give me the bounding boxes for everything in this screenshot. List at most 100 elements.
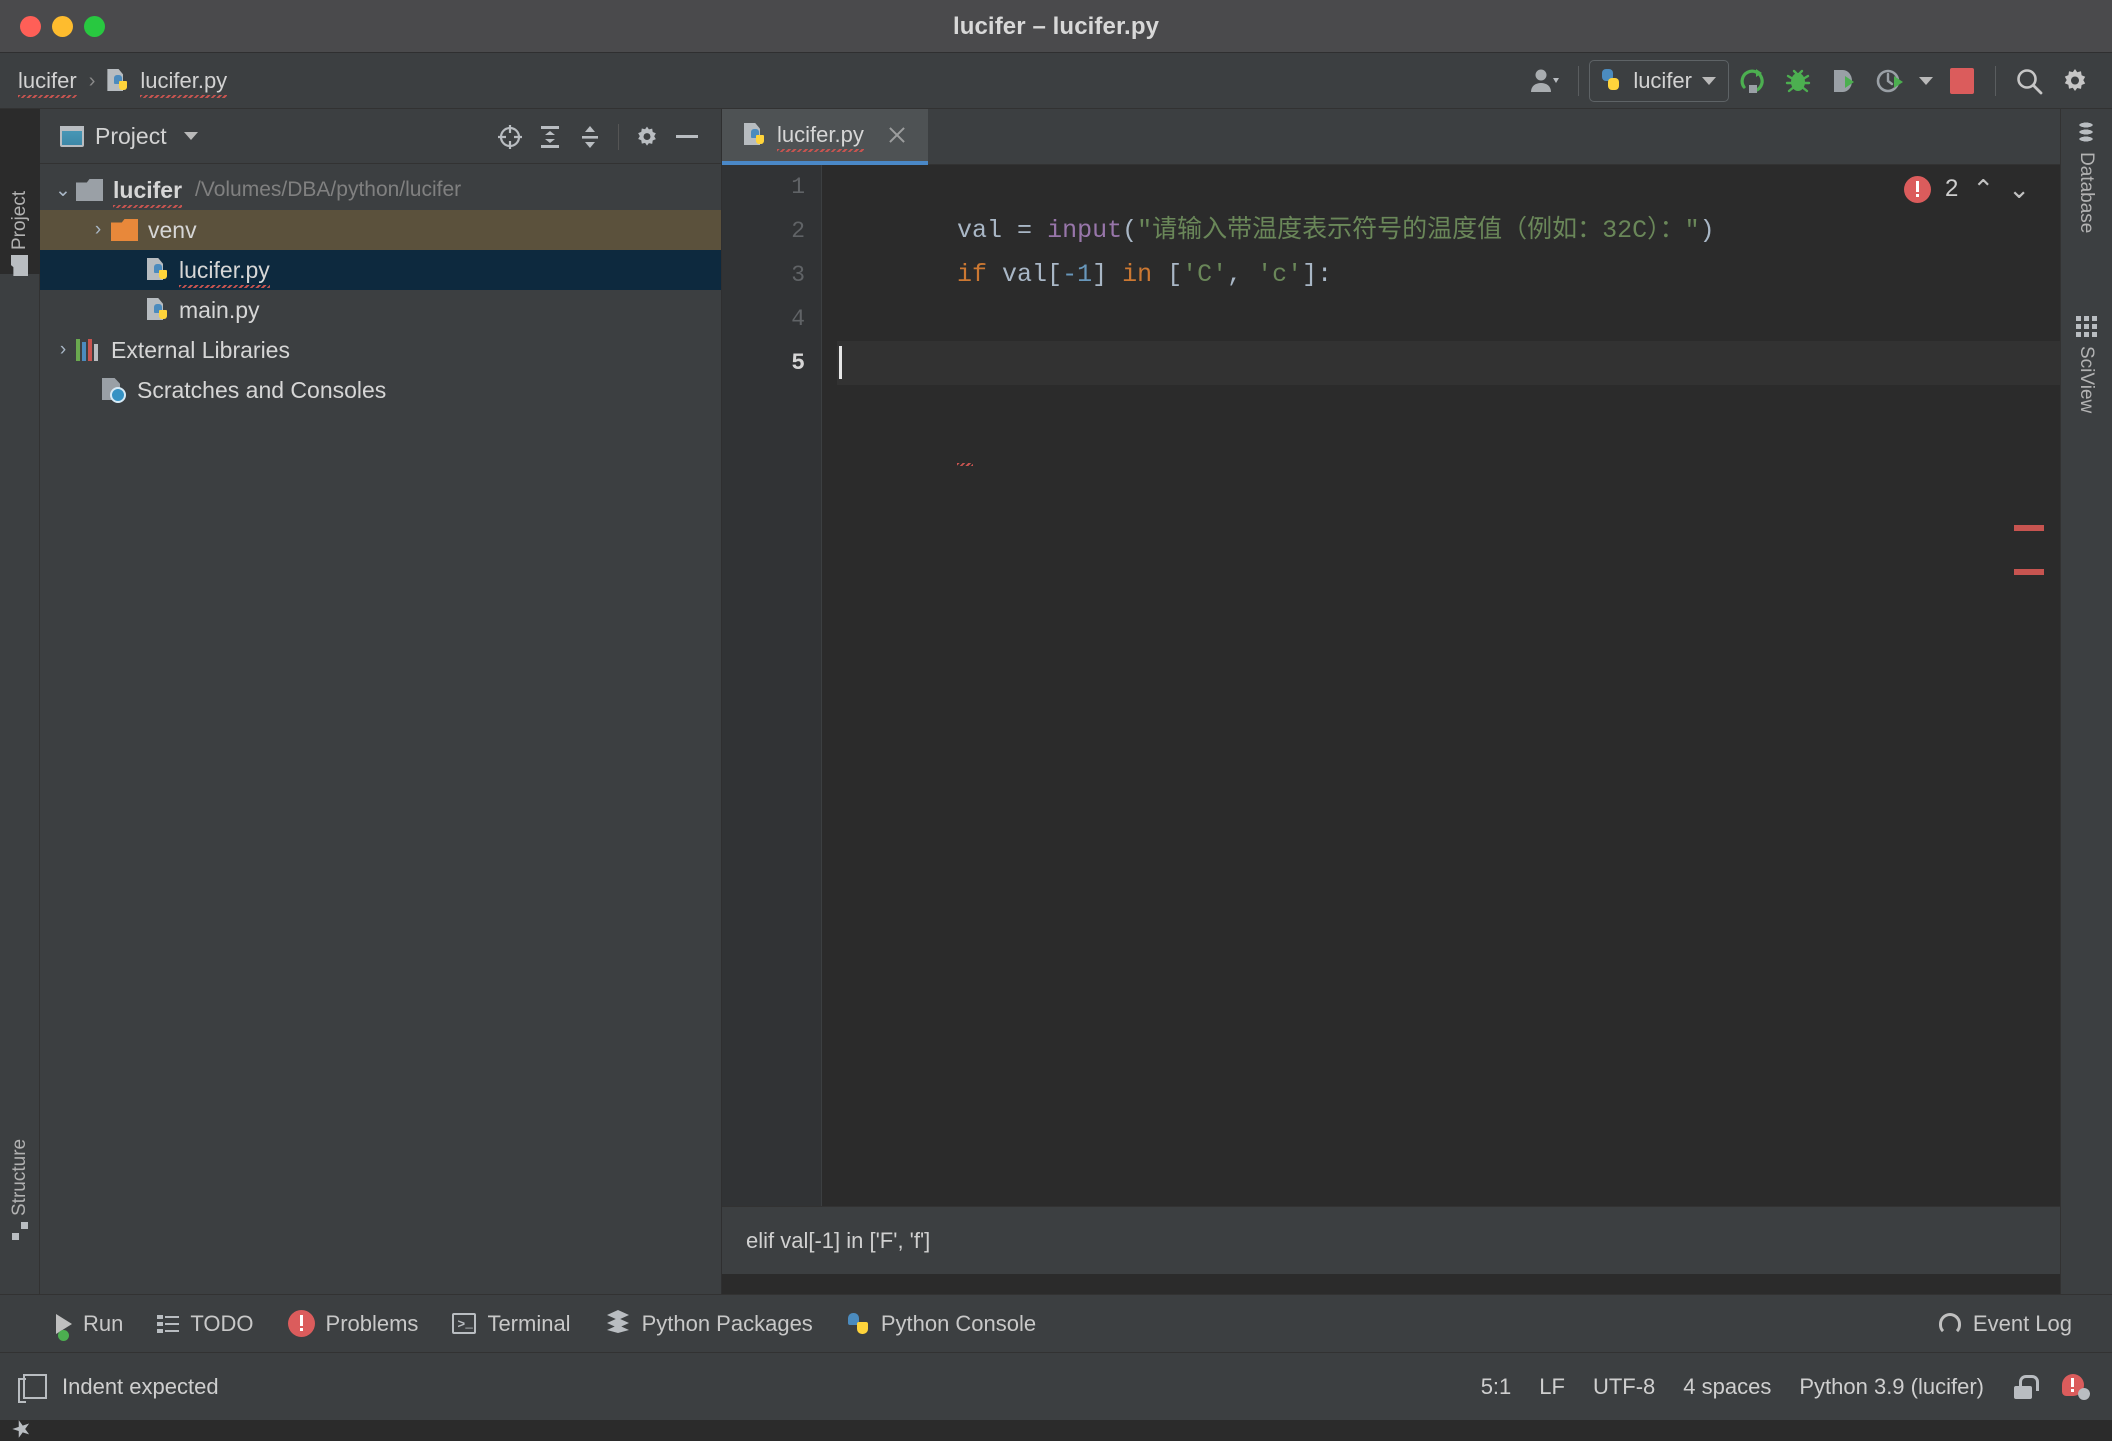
stop-icon[interactable] bbox=[1939, 58, 1985, 104]
tree-item-venv[interactable]: › venv bbox=[40, 210, 721, 250]
project-tree: ⌄ lucifer /Volumes/DBA/python/lucifer › … bbox=[40, 164, 721, 410]
close-icon[interactable] bbox=[884, 122, 910, 148]
run-coverage-icon[interactable] bbox=[1821, 58, 1867, 104]
debug-icon[interactable] bbox=[1775, 58, 1821, 104]
chevron-right-icon[interactable]: › bbox=[50, 337, 76, 363]
folder-orange-icon bbox=[111, 219, 138, 241]
user-avatar-icon[interactable] bbox=[1522, 58, 1568, 104]
chevron-down-icon bbox=[184, 132, 198, 140]
select-opened-file-icon[interactable] bbox=[490, 117, 530, 157]
line-number: 1 bbox=[722, 165, 821, 209]
python-icon bbox=[847, 1312, 870, 1336]
previous-error-chevron-up-icon[interactable]: ⌃ bbox=[1972, 176, 1994, 202]
error-stripe-marker[interactable] bbox=[2014, 525, 2044, 531]
python-file-icon bbox=[147, 298, 170, 322]
expand-all-icon[interactable] bbox=[530, 117, 570, 157]
error-stripe-marker[interactable] bbox=[2014, 569, 2044, 575]
stack-window-icon[interactable] bbox=[18, 1374, 44, 1400]
tool-window-python-packages[interactable]: Python Packages bbox=[605, 1309, 813, 1339]
profile-dropdown-chevron-icon[interactable] bbox=[1913, 58, 1939, 104]
star-icon: ★ bbox=[9, 1417, 31, 1439]
library-icon bbox=[76, 339, 100, 361]
python-interpreter[interactable]: Python 3.9 (lucifer) bbox=[1799, 1374, 1984, 1400]
tool-window-todo[interactable]: TODO bbox=[157, 1311, 253, 1337]
editor-breadcrumb[interactable]: elif val[-1] in ['F', 'f'] bbox=[722, 1206, 2060, 1274]
collapse-all-icon[interactable] bbox=[570, 117, 610, 157]
tree-item-label: External Libraries bbox=[111, 337, 290, 364]
breadcrumb: lucifer › lucifer.py bbox=[18, 53, 227, 109]
sidebar-item-structure-label: Structure bbox=[9, 1139, 31, 1216]
code-line-5[interactable] bbox=[837, 341, 2060, 385]
breadcrumb-file[interactable]: lucifer.py bbox=[140, 68, 227, 94]
left-tool-window-strip: Project Structure ★ Favorites bbox=[0, 109, 40, 1342]
unlocked-icon[interactable] bbox=[2012, 1375, 2034, 1399]
panel-toolbar-divider bbox=[618, 124, 619, 150]
file-encoding[interactable]: UTF-8 bbox=[1593, 1374, 1655, 1400]
code-line-1[interactable]: val = input("请输入带温度表示符号的温度值（例如：32C）：") bbox=[837, 165, 2060, 209]
settings-gear-icon[interactable] bbox=[2052, 58, 2098, 104]
tree-item-main-py[interactable]: main.py bbox=[40, 290, 721, 330]
code-line-2[interactable]: if val[-1] in ['C', 'c']: bbox=[837, 209, 2060, 253]
sidebar-item-project-label: Project bbox=[9, 191, 31, 250]
hide-panel-icon[interactable] bbox=[667, 117, 707, 157]
next-error-chevron-down-icon[interactable]: ⌄ bbox=[2008, 176, 2030, 202]
inspection-widget-icon[interactable] bbox=[2062, 1374, 2090, 1400]
breadcrumb-project[interactable]: lucifer bbox=[18, 68, 77, 94]
breadcrumb-separator-icon: › bbox=[87, 70, 98, 93]
tree-item-lucifer-py[interactable]: lucifer.py bbox=[40, 250, 721, 290]
sidebar-item-sciview[interactable]: SciView bbox=[2060, 304, 2112, 459]
indent-setting[interactable]: 4 spaces bbox=[1683, 1374, 1771, 1400]
run-icon bbox=[56, 1314, 72, 1334]
python-file-icon bbox=[744, 123, 767, 147]
toolbar-actions: lucifer bbox=[1522, 53, 2098, 109]
status-message: Indent expected bbox=[62, 1374, 219, 1400]
run-configuration-label: lucifer bbox=[1633, 68, 1692, 94]
project-tool-window: Project bbox=[40, 109, 722, 1342]
event-log-button[interactable]: Event Log bbox=[1939, 1311, 2072, 1337]
tree-item-scratches-and-consoles[interactable]: Scratches and Consoles bbox=[40, 370, 721, 410]
tree-item-external-libraries[interactable]: › External Libraries bbox=[40, 330, 721, 370]
todo-list-icon bbox=[157, 1315, 179, 1333]
line-number: 4 bbox=[722, 297, 821, 341]
sidebar-item-project[interactable]: Project bbox=[0, 109, 40, 274]
tree-item-label: lucifer.py bbox=[179, 257, 270, 284]
sidebar-item-sciview-label: SciView bbox=[2075, 346, 2097, 413]
code-editor[interactable]: 1 2 3 4 5 val = input("请输入带温度表示符号的温度值（例如… bbox=[722, 165, 2060, 1274]
run-configuration-selector[interactable]: lucifer bbox=[1589, 60, 1729, 102]
error-squiggle bbox=[957, 429, 973, 473]
tool-window-run[interactable]: Run bbox=[56, 1311, 123, 1337]
status-bar-right: 5:1 LF UTF-8 4 spaces Python 3.9 (lucife… bbox=[1481, 1374, 2090, 1400]
project-panel-title[interactable]: Project bbox=[60, 123, 198, 150]
code-line-4[interactable]: elif val[-1] in ['F', 'f']: bbox=[837, 297, 2060, 341]
caret-position[interactable]: 5:1 bbox=[1481, 1374, 1512, 1400]
folder-icon bbox=[12, 255, 29, 276]
sidebar-item-database[interactable]: Database bbox=[2060, 109, 2112, 289]
profile-icon[interactable] bbox=[1867, 58, 1913, 104]
line-number-current: 5 bbox=[722, 341, 821, 385]
tab-lucifer-py[interactable]: lucifer.py bbox=[722, 109, 928, 165]
code-line-3[interactable] bbox=[837, 253, 2060, 297]
packages-icon bbox=[605, 1309, 631, 1339]
tool-window-todo-label: TODO bbox=[190, 1311, 253, 1337]
line-separator[interactable]: LF bbox=[1539, 1374, 1565, 1400]
settings-gear-icon[interactable] bbox=[627, 117, 667, 157]
tool-window-python-console[interactable]: Python Console bbox=[847, 1311, 1036, 1337]
project-panel-toolbar bbox=[490, 109, 707, 164]
search-everywhere-icon[interactable] bbox=[2006, 58, 2052, 104]
tool-window-problems[interactable]: Problems bbox=[288, 1310, 419, 1337]
line-number: 2 bbox=[722, 209, 821, 253]
python-file-icon bbox=[147, 258, 170, 282]
error-icon bbox=[1904, 176, 1931, 203]
chevron-right-icon[interactable]: › bbox=[85, 217, 111, 243]
tree-item-lucifer[interactable]: ⌄ lucifer /Volumes/DBA/python/lucifer bbox=[40, 170, 721, 210]
inspection-status[interactable]: 2 ⌃ ⌄ bbox=[1904, 175, 2030, 203]
tool-window-terminal[interactable]: Terminal bbox=[452, 1311, 570, 1337]
editor-area: lucifer.py 1 2 3 4 5 val = input("请输入带温度… bbox=[722, 109, 2060, 1342]
toolbar-divider bbox=[1578, 66, 1579, 96]
bottom-tool-window-bar: Run TODO Problems Terminal Python Packag… bbox=[0, 1294, 2112, 1352]
code-text[interactable]: val = input("请输入带温度表示符号的温度值（例如：32C）：") i… bbox=[823, 165, 2060, 1274]
project-panel-title-label: Project bbox=[95, 123, 167, 150]
run-icon[interactable] bbox=[1729, 58, 1775, 104]
chevron-down-icon[interactable]: ⌄ bbox=[50, 177, 76, 203]
sidebar-item-structure[interactable]: Structure bbox=[0, 1049, 40, 1239]
